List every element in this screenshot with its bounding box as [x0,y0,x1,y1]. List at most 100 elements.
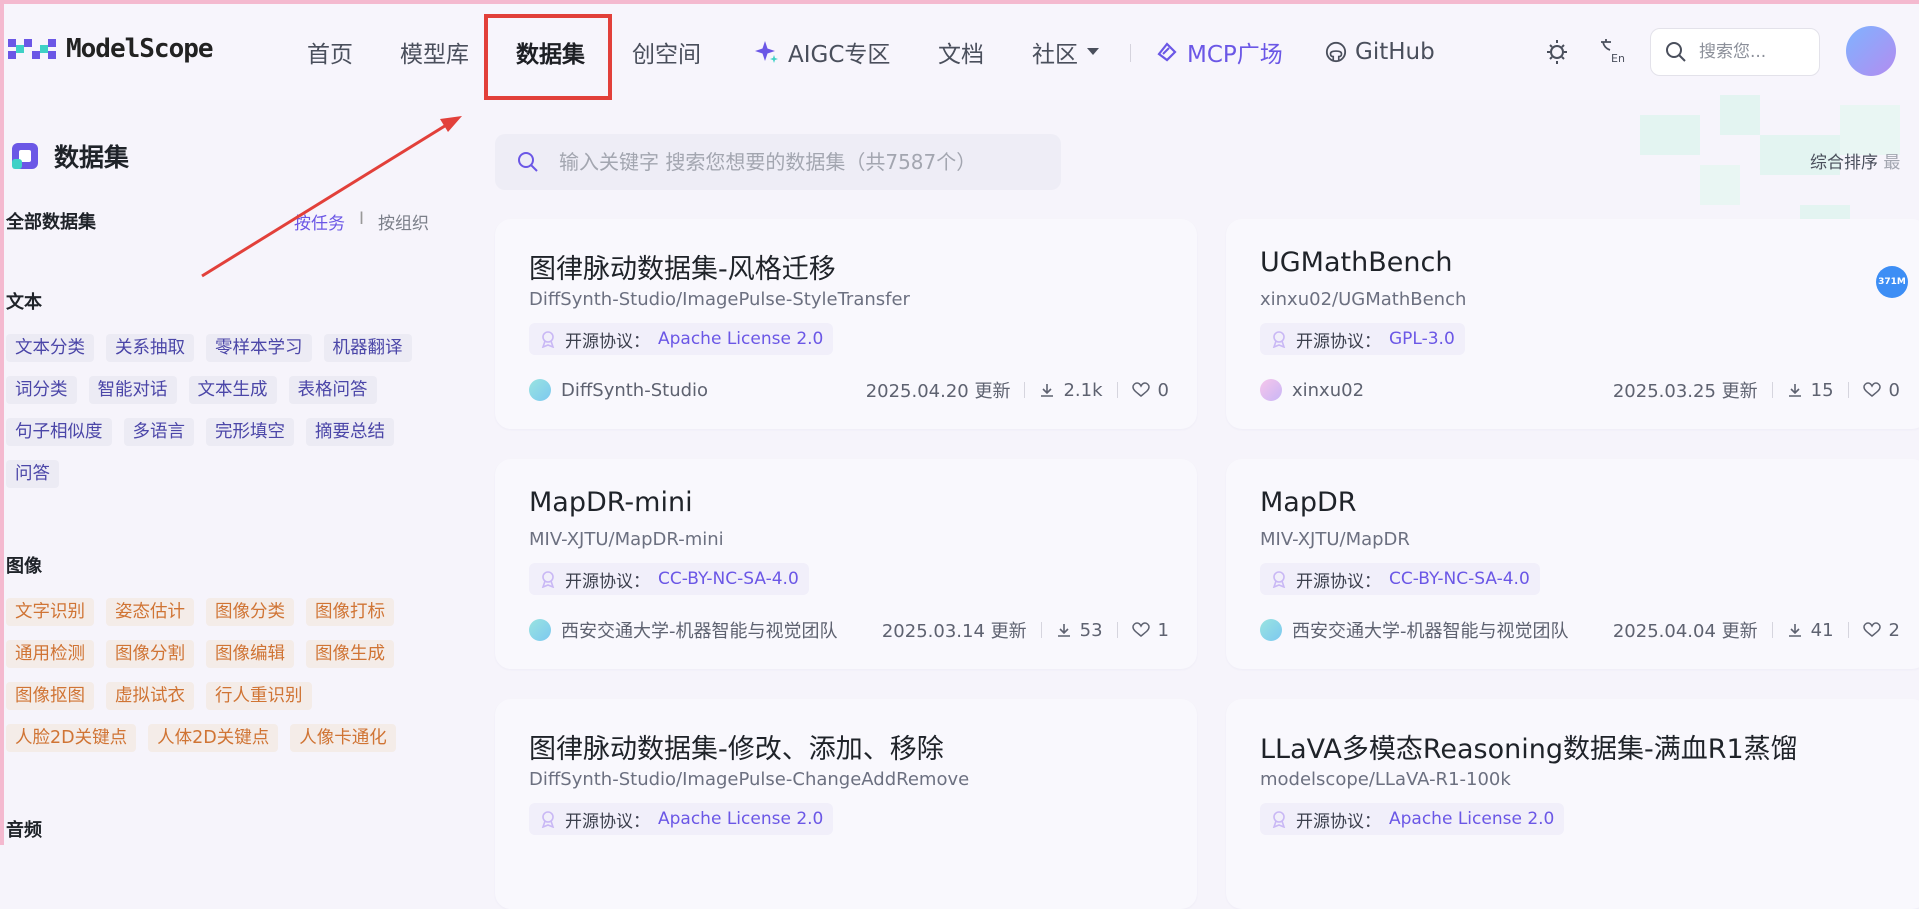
sun-icon [1547,40,1567,64]
owner-name: xinxu02 [1292,379,1365,401]
card-title[interactable]: LLaVA多模态Reasoning数据集-满血R1蒸馏 [1260,727,1798,766]
task-tag[interactable]: 表格问答 [288,376,377,404]
card-title[interactable]: 图律脉动数据集-修改、添加、移除 [529,727,944,766]
task-tag[interactable]: 文本分类 [6,334,94,362]
nav-mcp[interactable]: MCP广场 [1155,30,1283,74]
sidebar-all-row: 全部数据集 按任务 I 按组织 [6,206,446,236]
language-icon: En [1601,39,1625,65]
task-tag[interactable]: 图像生成 [306,640,394,668]
license-value[interactable]: CC-BY-NC-SA-4.0 [1389,569,1530,589]
task-tag[interactable]: 行人重识别 [206,682,312,710]
task-tag[interactable]: 句子相似度 [6,418,112,446]
like-button[interactable]: 0 [1131,380,1169,401]
nav-aigc[interactable]: AIGC专区 [754,30,890,74]
license-value[interactable]: GPL-3.0 [1389,329,1455,349]
brand-logo[interactable]: ModelScope [8,34,214,64]
owner-avatar [1260,379,1282,401]
dataset-card[interactable]: MapDR MIV-XJTU/MapDR 开源协议： CC-BY-NC-SA-4.0 西… [1226,459,1919,669]
task-tag[interactable]: 虚拟试衣 [106,682,194,710]
card-stats: 2025.04.04 更新 41 2 [1613,617,1900,643]
updated-date: 2025.04.04 更新 [1612,621,1758,642]
task-tag[interactable]: 图像打标 [306,598,394,626]
card-path: xinxu02/UGMathBench [1260,289,1467,310]
caret-down-icon [1087,48,1099,55]
task-tag[interactable]: 姿态估计 [106,598,194,626]
nav-docs[interactable]: 文档 [938,30,984,74]
task-tag[interactable]: 关系抽取 [106,334,194,362]
task-tag[interactable]: 完形填空 [206,418,294,446]
license-icon [1272,331,1286,348]
owner[interactable]: 西安交通大学-机器智能与视觉团队 [1260,617,1569,643]
license-value[interactable]: Apache License 2.0 [658,329,823,349]
task-tag[interactable]: 通用检测 [6,640,94,668]
top-search-input[interactable] [1697,41,1811,63]
nav-community[interactable]: 社区 [1032,30,1100,74]
like-button[interactable]: 0 [1862,380,1900,401]
dataset-card[interactable]: MapDR-mini MIV-XJTU/MapDR-mini 开源协议： CC-BY-… [495,459,1197,669]
card-path: MIV-XJTU/MapDR-mini [529,529,724,550]
task-tag[interactable]: 多语言 [123,418,194,446]
dataset-card[interactable]: LLaVA多模态Reasoning数据集-满血R1蒸馏 modelscope/LL… [1226,699,1919,909]
dataset-card[interactable]: UGMathBench xinxu02/UGMathBench 开源协议： GPL-3… [1226,219,1919,429]
sort-by-task[interactable]: 按任务 [294,209,345,234]
license-value[interactable]: Apache License 2.0 [1389,809,1554,829]
card-title[interactable]: MapDR-mini [529,487,693,518]
card-title[interactable]: 图律脉动数据集-风格迁移 [529,247,836,286]
nav-github[interactable]: GitHub [1325,30,1435,74]
task-tag[interactable]: 人像卡通化 [290,724,396,752]
card-title[interactable]: MapDR [1260,487,1357,518]
license-key: 开源协议： [1296,571,1381,592]
task-tag[interactable]: 摘要总结 [306,418,394,446]
task-tag[interactable]: 图像分类 [206,598,294,626]
license-value[interactable]: CC-BY-NC-SA-4.0 [658,569,799,589]
task-tag[interactable]: 问答 [6,460,59,488]
task-tag[interactable]: 智能对话 [88,376,177,404]
task-tag[interactable]: 零样本学习 [206,334,312,362]
top-search[interactable] [1650,28,1820,76]
owner[interactable]: 西安交通大学-机器智能与视觉团队 [529,617,838,643]
nav-divider [1130,44,1131,62]
nav-models[interactable]: 模型库 [400,30,469,74]
license-value[interactable]: Apache License 2.0 [658,809,823,829]
license-icon [1272,811,1286,828]
sort-by-org[interactable]: 按组织 [378,209,429,234]
dataset-search-input[interactable] [557,149,1061,175]
like-button[interactable]: 1 [1131,620,1169,641]
card-stats: 2025.04.20 更新 2.1k 0 [866,377,1169,403]
owner-avatar [529,379,551,401]
search-icon [518,152,538,172]
floating-badge[interactable]: 371M [1876,266,1908,298]
owner[interactable]: xinxu02 [1260,379,1364,401]
like-button[interactable]: 2 [1862,620,1900,641]
sidebar-sort-toggle: 按任务 I 按组织 [294,209,429,234]
task-tag[interactable]: 文本生成 [188,376,277,404]
task-tag[interactable]: 人体2D关键点 [148,724,279,752]
nav-home[interactable]: 首页 [307,30,353,74]
task-tag[interactable]: 图像编辑 [206,640,294,668]
owner[interactable]: DiffSynth-Studio [529,379,708,401]
dataset-card[interactable]: 图律脉动数据集-风格迁移 DiffSynth-Studio/ImagePulse-… [495,219,1197,429]
task-tag[interactable]: 人脸2D关键点 [6,724,137,752]
download-count: 2.1k [1039,380,1103,401]
theme-toggle[interactable] [1543,37,1571,69]
sort-label-text: 综合排序 [1810,153,1878,173]
card-path: MIV-XJTU/MapDR [1260,529,1410,550]
sidebar-title: 数据集 [10,138,129,174]
language-toggle[interactable]: En [1598,36,1626,70]
nav-studios[interactable]: 创空间 [632,30,701,74]
task-tag[interactable]: 机器翻译 [323,334,412,362]
owner-name: DiffSynth-Studio [561,379,709,401]
task-tag[interactable]: 词分类 [6,376,77,404]
user-avatar[interactable] [1846,26,1896,76]
sort-dropdown[interactable]: 综合排序 最 [1810,148,1900,173]
dataset-card[interactable]: 图律脉动数据集-修改、添加、移除 DiffSynth-Studio/ImagePu… [495,699,1197,909]
all-datasets-link[interactable]: 全部数据集 [6,208,96,234]
task-tag[interactable]: 文字识别 [6,598,94,626]
dataset-search[interactable] [495,134,1061,190]
nav-aigc-label: AIGC专区 [788,42,891,68]
card-title[interactable]: UGMathBench [1260,247,1452,278]
license-chip: 开源协议： GPL-3.0 [1260,323,1465,355]
task-tag[interactable]: 图像分割 [106,640,194,668]
task-tag[interactable]: 图像抠图 [6,682,94,710]
group-image: 图像 文字识别 姿态估计 图像分类 图像打标 通用检测 图像分割 图像编辑 图像生成 图像抠图虚… [6,552,466,752]
